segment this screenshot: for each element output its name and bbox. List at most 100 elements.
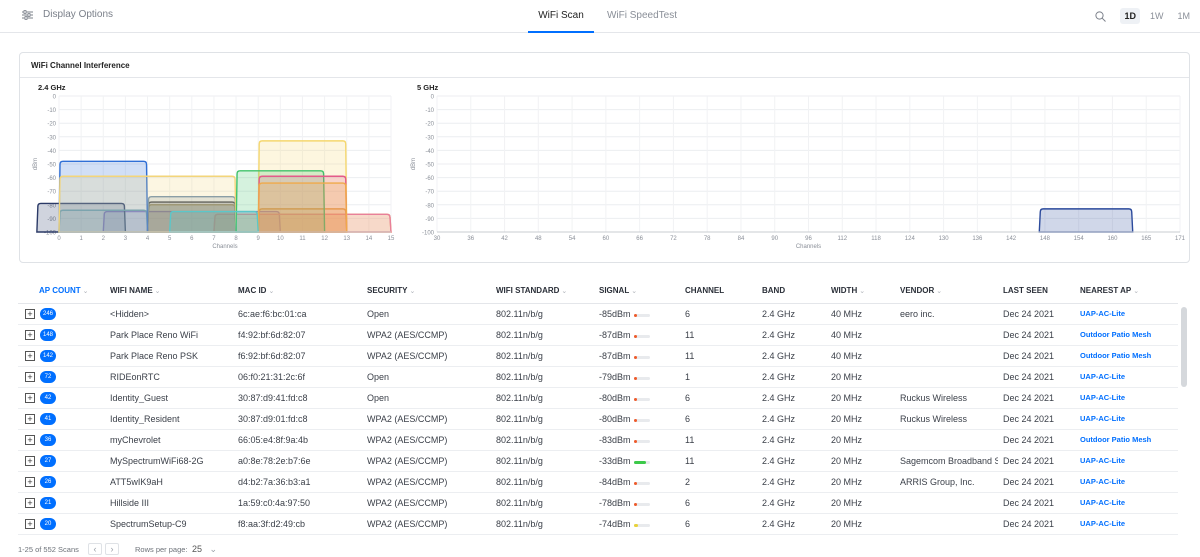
range-1d-button[interactable]: 1D bbox=[1120, 8, 1140, 24]
cell-channel: 11 bbox=[685, 435, 695, 445]
table-row[interactable]: +42 Identity_Guest 30:87:d9:41:fd:c8 Open 80… bbox=[18, 388, 1178, 409]
next-page-button[interactable]: › bbox=[105, 543, 119, 555]
table-row[interactable]: +246 <Hidden> 6c:ae:f6:bc:01:ca Open 802.11n… bbox=[18, 304, 1178, 325]
x-tick-label: 48 bbox=[535, 236, 542, 242]
cell-last-seen: Dec 24 2021 bbox=[1003, 351, 1055, 361]
y-tick-label: -10 bbox=[47, 108, 56, 114]
cell-nearest-ap[interactable]: UAP-AC-Lite bbox=[1080, 372, 1125, 381]
cell-nearest-ap[interactable]: Outdoor Patio Mesh bbox=[1080, 351, 1151, 360]
table-row[interactable]: +142 Park Place Reno PSK f6:92:bf:6d:82:07… bbox=[18, 346, 1178, 367]
sort-caret-icon: ⌄ bbox=[154, 288, 161, 295]
table-row[interactable]: +36 myChevrolet 66:05:e4:8f:9a:4b WPA2 (AES… bbox=[18, 430, 1178, 451]
previous-page-button[interactable]: ‹ bbox=[88, 543, 102, 555]
y-tick-label: -60 bbox=[425, 176, 434, 182]
expand-row-button[interactable]: + bbox=[25, 519, 35, 529]
cell-last-seen: Dec 24 2021 bbox=[1003, 414, 1055, 424]
cell-nearest-ap[interactable]: UAP-AC-Lite bbox=[1080, 456, 1125, 465]
signal-strength-fill bbox=[634, 461, 646, 464]
cell-nearest-ap[interactable]: UAP-AC-Lite bbox=[1080, 519, 1125, 528]
table-row[interactable]: +26 ATT5wIK9aH d4:b2:7a:36:b3:a1 WPA2 (AES/… bbox=[18, 472, 1178, 493]
column-header-vendor[interactable]: VENDOR ⌄ bbox=[900, 286, 942, 295]
cell-nearest-ap[interactable]: UAP-AC-Lite bbox=[1080, 414, 1125, 423]
rows-per-page-select[interactable]: 25 ⌄ bbox=[192, 544, 217, 555]
cell-nearest-ap[interactable]: UAP-AC-Lite bbox=[1080, 498, 1125, 507]
column-header-last-seen[interactable]: LAST SEEN bbox=[1003, 286, 1048, 295]
expand-row-button[interactable]: + bbox=[25, 498, 35, 508]
search-icon[interactable] bbox=[1095, 10, 1107, 22]
interference-charts: 2.4 GHz 0 -10 -20 -30 -40 -50 -60 -70 -80 -90 -10 0 0… bbox=[33, 83, 1186, 250]
cell-last-seen: Dec 24 2021 bbox=[1003, 309, 1055, 319]
cell-channel: 1 bbox=[685, 372, 691, 382]
signal-value: -84dBm bbox=[599, 477, 631, 487]
signal-value: -80dBm bbox=[599, 414, 631, 424]
tab-wifi-speedtest[interactable]: WiFi SpeedTest bbox=[602, 0, 682, 33]
cell-security: WPA2 (AES/CCMP) bbox=[367, 519, 448, 529]
expand-row-button[interactable]: + bbox=[25, 414, 35, 424]
column-header-label: LAST SEEN bbox=[1003, 286, 1048, 295]
cell-mac-id: f4:92:bf:6d:82:07 bbox=[238, 330, 306, 340]
x-tick-label: 14 bbox=[366, 236, 373, 242]
column-header-label: WIDTH bbox=[831, 286, 858, 295]
column-header-nearest-ap[interactable]: NEAREST AP ⌄ bbox=[1080, 286, 1139, 295]
column-header-signal[interactable]: SIGNAL ⌄ bbox=[599, 286, 637, 295]
table-row[interactable]: +148 Park Place Reno WiFi f4:92:bf:6d:82:0… bbox=[18, 325, 1178, 346]
ap-count-badge: 36 bbox=[40, 434, 56, 446]
cell-wifi-name: Park Place Reno WiFi bbox=[110, 330, 199, 340]
cell-band: 2.4 GHz bbox=[762, 309, 796, 319]
range-1m-button[interactable]: 1M bbox=[1173, 8, 1194, 24]
table-row[interactable]: +21 Hillside III 1a:59:c0:4a:97:50 WPA2 (AE… bbox=[18, 493, 1178, 514]
expand-row-button[interactable]: + bbox=[25, 456, 35, 466]
cell-signal: -84dBm bbox=[599, 477, 659, 487]
column-header-wifi-name[interactable]: WIFI NAME ⌄ bbox=[110, 286, 161, 295]
chart-title: 2.4 GHz bbox=[38, 83, 66, 92]
cell-nearest-ap[interactable]: Outdoor Patio Mesh bbox=[1080, 435, 1151, 444]
cell-nearest-ap[interactable]: UAP-AC-Lite bbox=[1080, 309, 1125, 318]
expand-row-button[interactable]: + bbox=[25, 309, 35, 319]
column-header-ap-count[interactable]: AP COUNT ⌄ bbox=[39, 286, 89, 295]
cell-last-seen: Dec 24 2021 bbox=[1003, 519, 1055, 529]
column-header-mac-id[interactable]: MAC ID ⌄ bbox=[238, 286, 274, 295]
column-header-width[interactable]: WIDTH ⌄ bbox=[831, 286, 865, 295]
cell-nearest-ap[interactable]: Outdoor Patio Mesh bbox=[1080, 330, 1151, 339]
display-options-button[interactable]: Display Options bbox=[22, 9, 113, 20]
expand-row-button[interactable]: + bbox=[25, 351, 35, 361]
y-tick-label: -30 bbox=[425, 135, 434, 141]
cell-mac-id: d4:b2:7a:36:b3:a1 bbox=[238, 477, 311, 487]
tab-wifi-scan[interactable]: WiFi Scan bbox=[528, 0, 594, 33]
expand-row-button[interactable]: + bbox=[25, 372, 35, 382]
cell-nearest-ap[interactable]: UAP-AC-Lite bbox=[1080, 477, 1125, 486]
x-tick-label: 10 bbox=[277, 236, 284, 242]
ap-count-badge: 20 bbox=[40, 518, 56, 530]
column-header-channel[interactable]: CHANNEL bbox=[685, 286, 724, 295]
column-header-band[interactable]: BAND bbox=[762, 286, 785, 295]
table-row[interactable]: +41 Identity_Resident 30:87:d9:01:fd:c8 WPA… bbox=[18, 409, 1178, 430]
signal-strength-bar bbox=[634, 398, 650, 401]
cell-width: 20 MHz bbox=[831, 456, 863, 466]
table-row[interactable]: +20 SpectrumSetup-C9 f8:aa:3f:d2:49:cb WPA2… bbox=[18, 514, 1178, 535]
column-header-label: SIGNAL bbox=[599, 286, 630, 295]
table-scrollbar[interactable] bbox=[1181, 307, 1187, 387]
expand-row-button[interactable]: + bbox=[25, 330, 35, 340]
cell-width: 40 MHz bbox=[831, 351, 863, 361]
expand-row-button[interactable]: + bbox=[25, 435, 35, 445]
column-header-label: BAND bbox=[762, 286, 786, 295]
cell-signal: -80dBm bbox=[599, 414, 659, 424]
sort-caret-icon: ⌄ bbox=[268, 288, 275, 295]
x-tick-label: 42 bbox=[501, 236, 508, 242]
column-header-security[interactable]: SECURITY ⌄ bbox=[367, 286, 415, 295]
expand-row-button[interactable]: + bbox=[25, 477, 35, 487]
x-tick-label: 60 bbox=[603, 236, 610, 242]
column-header-wifi-standard[interactable]: WIFI STANDARD ⌄ bbox=[496, 286, 567, 295]
expand-row-button[interactable]: + bbox=[25, 393, 35, 403]
table-row[interactable]: +27 MySpectrumWiFi68-2G a0:8e:78:2e:b7:6e W… bbox=[18, 451, 1178, 472]
cell-nearest-ap[interactable]: UAP-AC-Lite bbox=[1080, 393, 1125, 402]
range-1w-button[interactable]: 1W bbox=[1146, 8, 1168, 24]
cell-width: 40 MHz bbox=[831, 330, 863, 340]
ap-count-badge: 21 bbox=[40, 497, 56, 509]
y-tick-label: -50 bbox=[47, 163, 56, 169]
cell-mac-id: 6c:ae:f6:bc:01:ca bbox=[238, 309, 307, 319]
cell-band: 2.4 GHz bbox=[762, 456, 796, 466]
signal-strength-bar bbox=[634, 461, 650, 464]
y-tick-label: -20 bbox=[47, 122, 56, 128]
table-row[interactable]: +72 RIDEonRTC 06:f0:21:31:2c:6f Open 802.11n… bbox=[18, 367, 1178, 388]
